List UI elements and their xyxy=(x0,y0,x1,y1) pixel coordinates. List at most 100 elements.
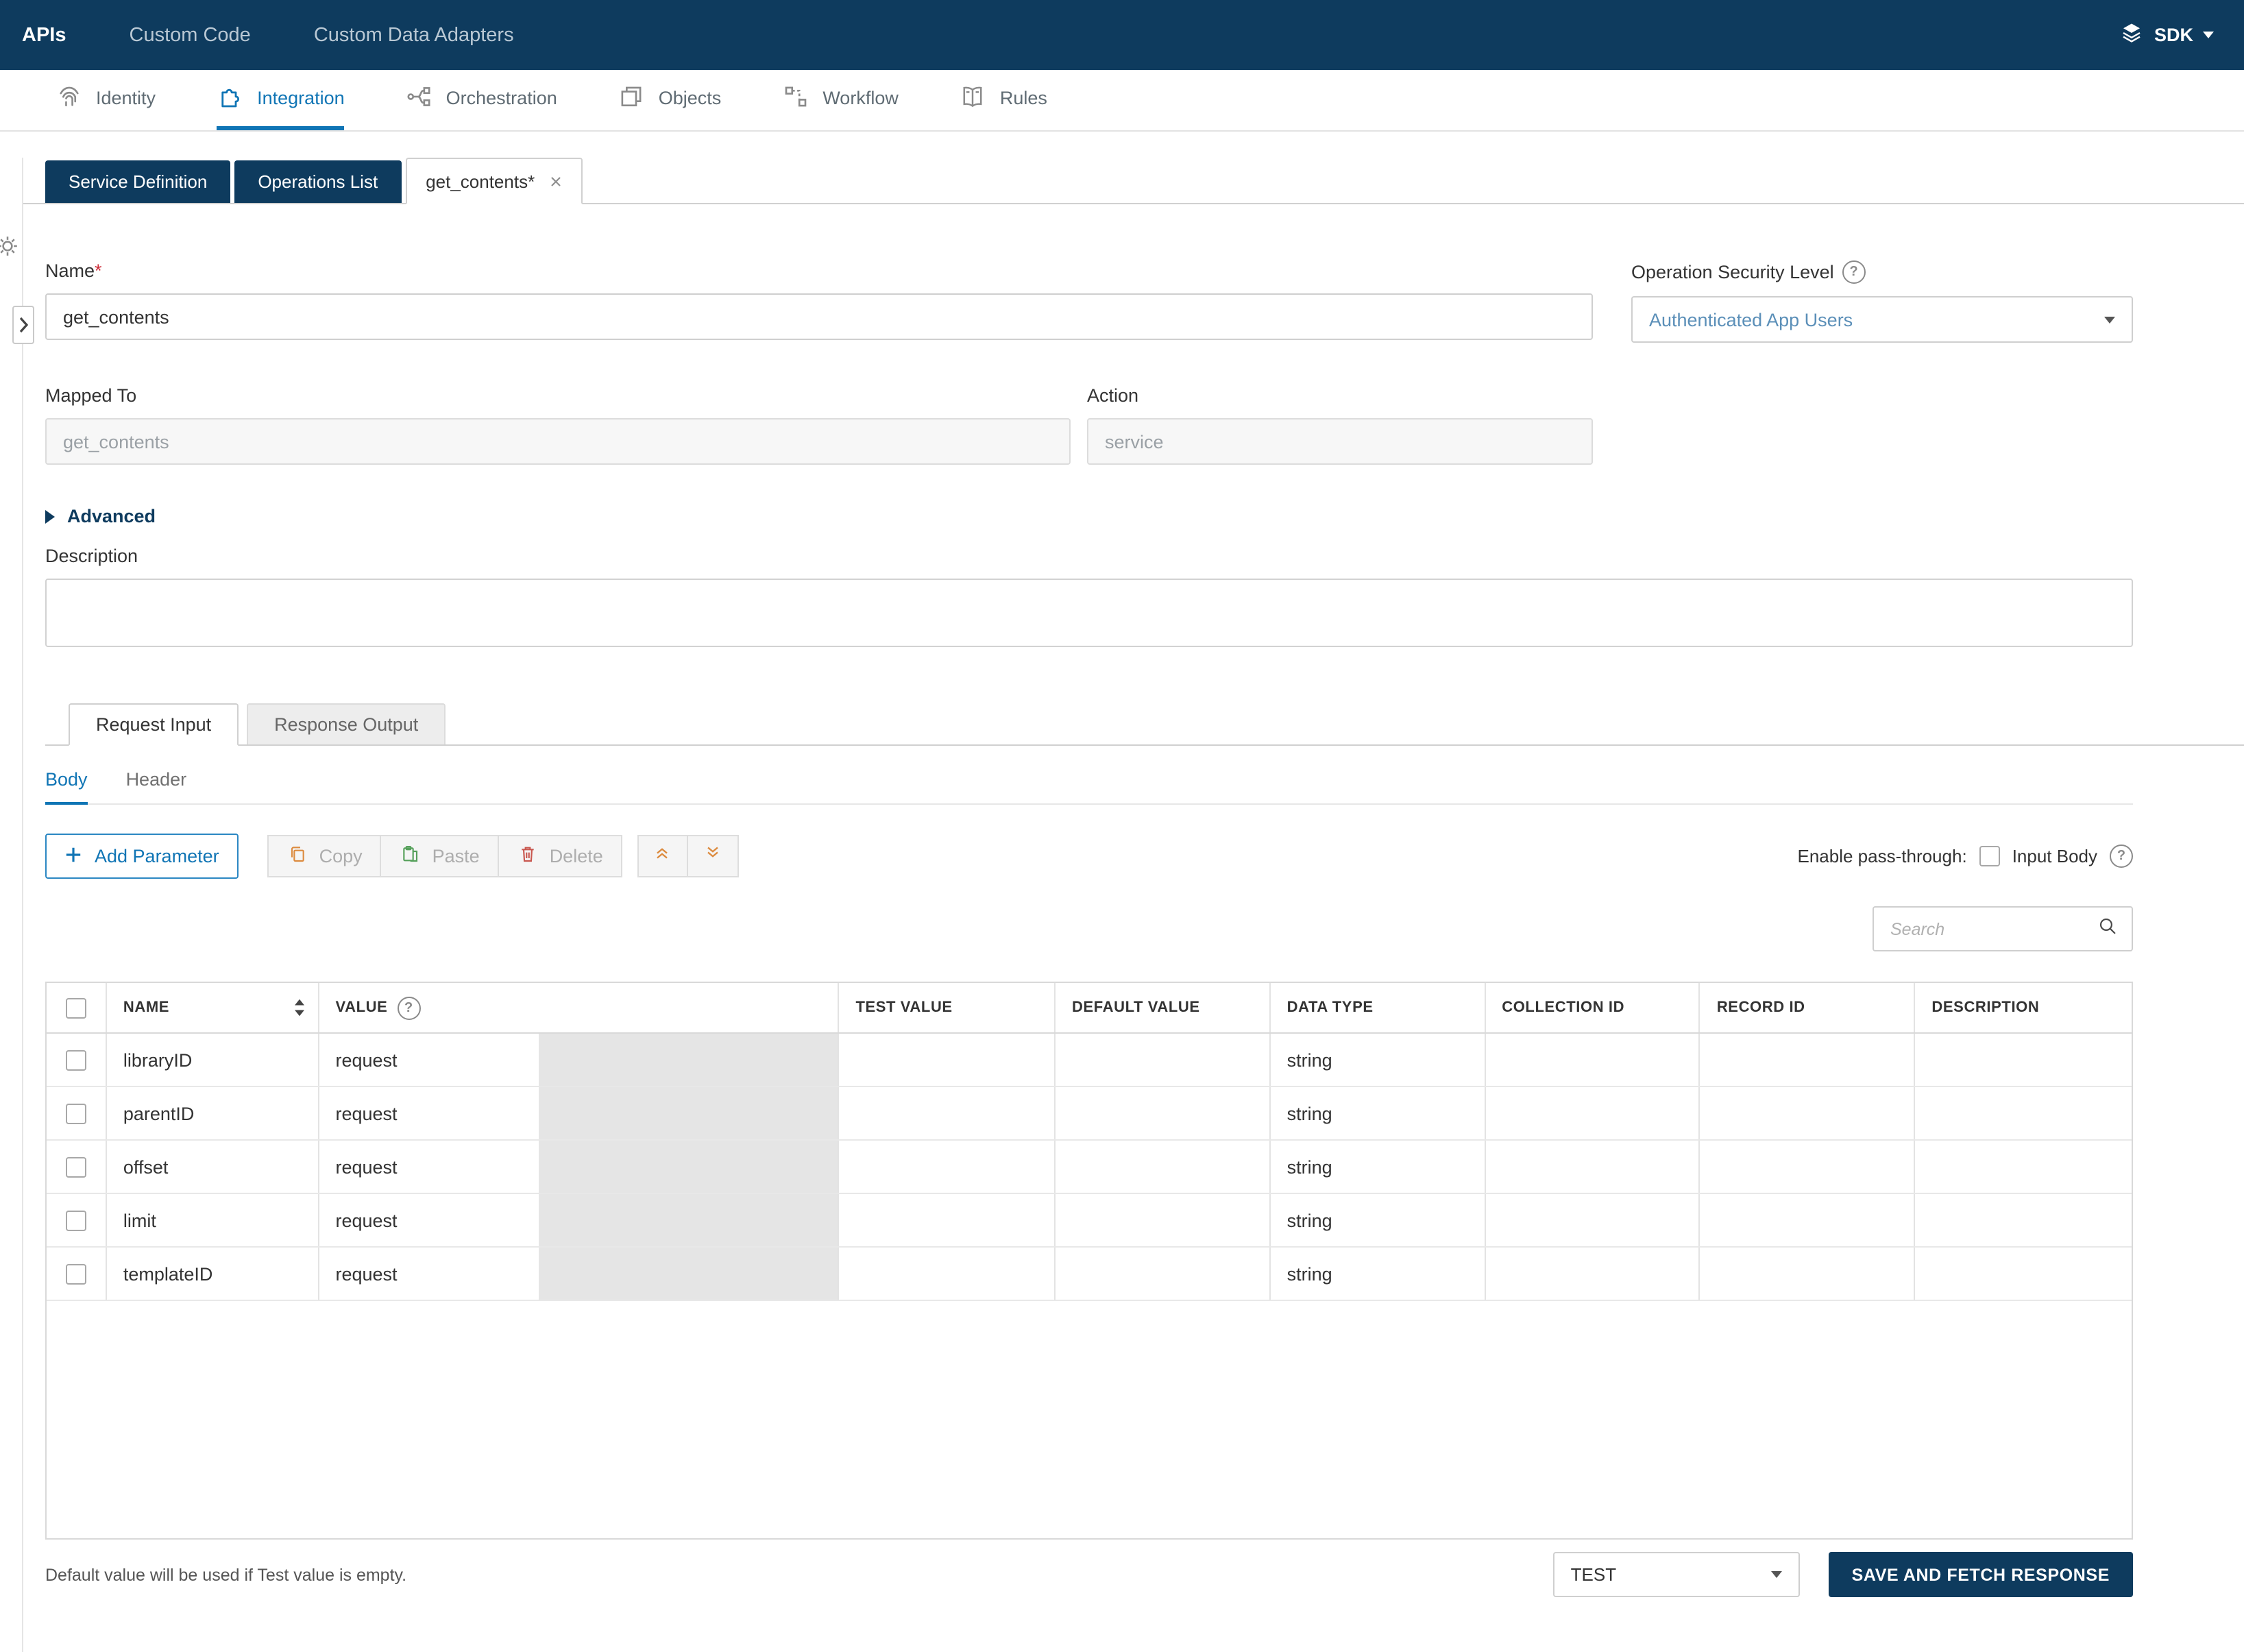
select-all-checkbox[interactable] xyxy=(66,997,86,1018)
test-value-cell[interactable] xyxy=(839,1034,1056,1086)
trash-icon xyxy=(517,843,539,869)
param-name-cell[interactable]: libraryID xyxy=(107,1034,319,1086)
param-value-cell[interactable]: request xyxy=(319,1034,538,1086)
nav-item-identity[interactable]: Identity xyxy=(55,70,156,130)
topbar-item-custom-data-adapters[interactable]: Custom Data Adapters xyxy=(314,24,514,46)
collection-id-cell[interactable] xyxy=(1485,1248,1700,1300)
search-box xyxy=(1873,906,2133,951)
description-cell[interactable] xyxy=(1915,1087,2132,1139)
param-name-cell[interactable]: parentID xyxy=(107,1087,319,1139)
test-value-cell[interactable] xyxy=(839,1194,1056,1246)
main-area: Service Definition Operations List get_c… xyxy=(0,158,2244,1597)
tab-operation-get-contents[interactable]: get_contents* xyxy=(405,158,583,204)
orchestration-icon xyxy=(405,82,434,114)
data-type-cell[interactable]: string xyxy=(1271,1141,1486,1193)
search-row xyxy=(45,906,2133,951)
move-down-button[interactable] xyxy=(688,835,739,877)
table-row: libraryID request string xyxy=(47,1034,2132,1087)
default-value-cell[interactable] xyxy=(1056,1141,1271,1193)
description-label: Description xyxy=(45,546,2133,566)
data-type-cell[interactable]: string xyxy=(1271,1087,1486,1139)
gear-icon[interactable] xyxy=(0,234,19,265)
input-body-checkbox[interactable] xyxy=(1979,846,2000,866)
param-name-cell[interactable]: offset xyxy=(107,1141,319,1193)
description-cell[interactable] xyxy=(1915,1248,2132,1300)
nav-item-integration[interactable]: Integration xyxy=(216,70,345,130)
nav-item-rules[interactable]: Rules xyxy=(959,70,1047,130)
param-value-cell[interactable]: request xyxy=(319,1194,538,1246)
topbar-item-custom-code[interactable]: Custom Code xyxy=(130,24,251,46)
param-name-cell[interactable]: limit xyxy=(107,1194,319,1246)
fingerprint-icon xyxy=(55,82,84,114)
collection-id-cell[interactable] xyxy=(1485,1087,1700,1139)
add-parameter-button[interactable]: Add Parameter xyxy=(45,834,239,879)
collection-id-cell[interactable] xyxy=(1485,1141,1700,1193)
environment-select[interactable]: TEST xyxy=(1553,1552,1800,1597)
test-value-cell[interactable] xyxy=(839,1087,1056,1139)
record-id-cell[interactable] xyxy=(1700,1141,1916,1193)
data-type-cell[interactable]: string xyxy=(1271,1034,1486,1086)
row-checkbox[interactable] xyxy=(66,1210,86,1230)
record-id-cell[interactable] xyxy=(1700,1194,1916,1246)
expand-panel-button[interactable] xyxy=(12,306,34,344)
row-checkbox[interactable] xyxy=(66,1103,86,1123)
default-value-cell[interactable] xyxy=(1056,1087,1271,1139)
save-and-fetch-button[interactable]: SAVE AND FETCH RESPONSE xyxy=(1829,1552,2133,1597)
sdk-menu[interactable]: SDK xyxy=(2120,21,2214,49)
move-up-button[interactable] xyxy=(637,835,688,877)
sort-icon[interactable] xyxy=(293,998,305,1017)
security-level-select[interactable]: Authenticated App Users xyxy=(1631,296,2133,343)
nav-label: Workflow xyxy=(822,88,899,108)
topbar-item-apis[interactable]: APIs xyxy=(22,24,66,46)
test-value-cell[interactable] xyxy=(839,1248,1056,1300)
header-default-value: DEFAULT VALUE xyxy=(1056,983,1271,1032)
row-checkbox[interactable] xyxy=(66,1263,86,1284)
layers-icon xyxy=(2120,21,2145,49)
row-checkbox[interactable] xyxy=(66,1049,86,1070)
tab-service-definition[interactable]: Service Definition xyxy=(45,160,230,203)
description-cell[interactable] xyxy=(1915,1034,2132,1086)
param-name-cell[interactable]: templateID xyxy=(107,1248,319,1300)
delete-button[interactable]: Delete xyxy=(499,835,622,877)
advanced-toggle[interactable]: Advanced xyxy=(45,506,2133,526)
default-value-cell[interactable] xyxy=(1056,1248,1271,1300)
nav-item-orchestration[interactable]: Orchestration xyxy=(405,70,557,130)
description-cell[interactable] xyxy=(1915,1141,2132,1193)
name-input[interactable] xyxy=(45,293,1593,340)
nav-item-objects[interactable]: Objects xyxy=(618,70,722,130)
collection-id-cell[interactable] xyxy=(1485,1034,1700,1086)
record-id-cell[interactable] xyxy=(1700,1034,1916,1086)
help-icon[interactable] xyxy=(2110,845,2133,868)
description-textarea[interactable] xyxy=(45,579,2133,647)
tab-response-output[interactable]: Response Output xyxy=(247,703,446,744)
security-level-value: Authenticated App Users xyxy=(1649,309,1853,330)
data-type-cell[interactable]: string xyxy=(1271,1248,1486,1300)
top-bar: APIs Custom Code Custom Data Adapters SD… xyxy=(0,0,2244,70)
default-value-cell[interactable] xyxy=(1056,1194,1271,1246)
left-rail xyxy=(0,158,23,1652)
record-id-cell[interactable] xyxy=(1700,1248,1916,1300)
collection-id-cell[interactable] xyxy=(1485,1194,1700,1246)
data-type-cell[interactable]: string xyxy=(1271,1194,1486,1246)
record-id-cell[interactable] xyxy=(1700,1087,1916,1139)
copy-button[interactable]: Copy xyxy=(267,835,382,877)
tab-body[interactable]: Body xyxy=(45,769,88,805)
help-icon[interactable] xyxy=(397,996,420,1019)
param-value-cell[interactable]: request xyxy=(319,1087,538,1139)
paste-button[interactable]: Paste xyxy=(382,835,499,877)
nav-item-workflow[interactable]: Workflow xyxy=(781,70,899,130)
row-checkbox[interactable] xyxy=(66,1156,86,1177)
tab-operations-list[interactable]: Operations List xyxy=(234,160,401,203)
tab-request-input[interactable]: Request Input xyxy=(69,703,239,746)
default-value-cell[interactable] xyxy=(1056,1034,1271,1086)
help-icon[interactable] xyxy=(1842,260,1866,284)
search-input[interactable] xyxy=(1888,918,2089,940)
close-icon[interactable] xyxy=(550,171,562,191)
param-value-cell[interactable]: request xyxy=(319,1141,538,1193)
search-icon[interactable] xyxy=(2097,915,2118,943)
test-value-cell[interactable] xyxy=(839,1141,1056,1193)
param-value-disabled-cell xyxy=(538,1194,839,1246)
param-value-cell[interactable]: request xyxy=(319,1248,538,1300)
tab-header[interactable]: Header xyxy=(126,769,187,803)
description-cell[interactable] xyxy=(1915,1194,2132,1246)
